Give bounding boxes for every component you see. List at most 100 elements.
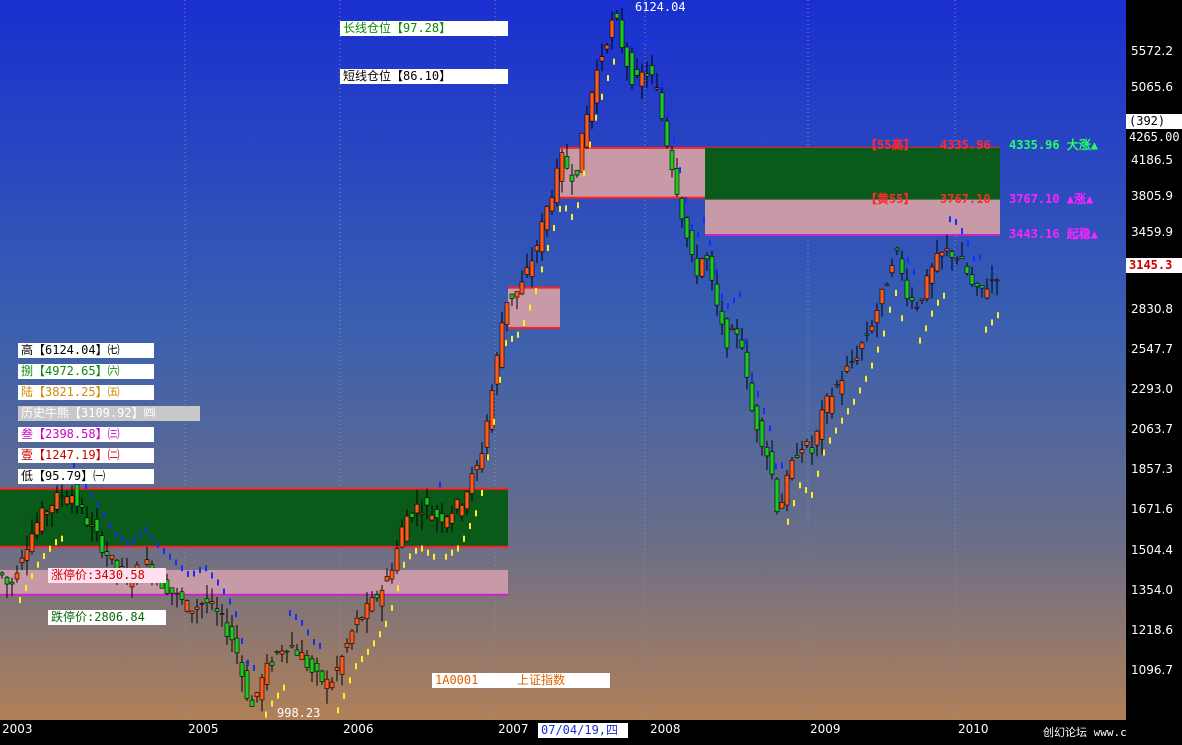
- candle-body: [34, 522, 40, 536]
- y-tick-label: 2830.8: [1131, 301, 1173, 316]
- candle-body: [0, 572, 5, 576]
- candle-body: [339, 656, 345, 675]
- level-label: 历史牛熊【3109.92】㈣: [18, 406, 200, 421]
- candle-body: [389, 569, 395, 580]
- candle-body: [289, 645, 295, 648]
- index-code-label: 1A0001 上证指数: [432, 673, 610, 688]
- candle-body: [839, 380, 845, 395]
- candle-body: [99, 535, 105, 553]
- candle-body: [844, 365, 850, 372]
- candle-body: [654, 87, 660, 90]
- candle-body: [754, 405, 760, 431]
- current-price-label: 3145.3: [1126, 258, 1182, 273]
- candle-body: [169, 587, 175, 594]
- candle-body: [769, 451, 775, 475]
- candle-body: [254, 692, 260, 697]
- y-tick-label: 2547.7: [1131, 341, 1173, 356]
- level-label: 陆【3821.25】㈤: [18, 385, 154, 400]
- right-count-label: (392): [1126, 114, 1182, 129]
- candle-body: [684, 217, 690, 239]
- y-tick-label: 2293.0: [1131, 382, 1173, 397]
- candle-body: [579, 132, 585, 173]
- candle-body: [529, 260, 535, 277]
- candle-body: [924, 275, 930, 300]
- x-tick-label: 2007: [498, 722, 529, 736]
- y-tick-label: 2063.7: [1131, 422, 1173, 437]
- candle-body: [934, 253, 940, 272]
- y-tick-label: 1354.0: [1131, 582, 1173, 597]
- candle-body: [364, 603, 370, 619]
- y-tick-label: 3459.9: [1131, 225, 1173, 240]
- candle-body: [689, 230, 695, 255]
- candle-body: [884, 283, 890, 286]
- candle-body: [824, 395, 830, 413]
- candle-body: [699, 258, 705, 277]
- zone-stable-text: 3443.16 起稳▲: [1009, 227, 1099, 241]
- candle-body: [789, 459, 795, 479]
- candle-body: [469, 473, 475, 494]
- candle-body: [519, 281, 525, 295]
- candle-body: [379, 590, 385, 607]
- candle-body: [9, 581, 15, 585]
- candle-body: [634, 69, 640, 76]
- candle-body: [274, 651, 280, 654]
- candle-body: [104, 551, 110, 556]
- candle-body: [669, 149, 675, 171]
- candle-body: [59, 495, 65, 498]
- candle-body: [324, 678, 330, 690]
- candle-body: [229, 626, 235, 641]
- candle-body: [429, 514, 435, 521]
- candle-body: [559, 152, 565, 182]
- candle-body: [814, 430, 820, 446]
- candle-body: [674, 167, 680, 195]
- candle-body: [19, 557, 25, 563]
- y-tick-label: 5572.2: [1131, 43, 1173, 58]
- candle-body: [554, 167, 560, 204]
- candle-body: [709, 256, 715, 281]
- candle-body: [69, 495, 75, 504]
- candle-body: [399, 526, 405, 548]
- candle-body: [954, 258, 960, 261]
- candle-body: [599, 56, 605, 62]
- candle-body: [199, 603, 205, 605]
- trough-label: 998.23: [277, 706, 321, 720]
- candle-body: [889, 265, 895, 273]
- candle-body: [369, 597, 375, 612]
- candle-body: [284, 650, 290, 653]
- candle-body: [979, 285, 985, 289]
- candle-body: [949, 251, 955, 258]
- candle-body: [714, 283, 720, 306]
- candle-body: [4, 576, 10, 585]
- candle-body: [24, 549, 30, 561]
- candle-body: [409, 512, 415, 518]
- candle-body: [719, 310, 725, 325]
- x-tick-label: 2008: [650, 722, 681, 736]
- candle-body: [774, 478, 780, 512]
- candle-body: [969, 274, 975, 285]
- candle-body: [729, 327, 735, 330]
- candle-body: [879, 288, 885, 305]
- candle-body: [734, 328, 740, 335]
- candle-body: [374, 594, 380, 599]
- candle-body: [204, 598, 210, 604]
- candle-body: [859, 342, 865, 349]
- candle-body: [894, 247, 900, 251]
- candle-body: [419, 512, 425, 515]
- y-tick-label: 5065.6: [1131, 80, 1173, 95]
- x-tick-label: 2009: [810, 722, 841, 736]
- candle-body: [74, 483, 80, 507]
- candle-body: [244, 670, 250, 699]
- candle-body: [974, 283, 980, 287]
- level-label: 低【95.79】㈠: [18, 469, 154, 484]
- candle-body: [219, 613, 225, 615]
- candle-body: [804, 441, 810, 446]
- candle-body: [919, 298, 925, 301]
- candle-body: [584, 114, 590, 148]
- candle-body: [449, 512, 455, 524]
- candle-body: [854, 357, 860, 361]
- candle-body: [239, 662, 245, 677]
- candle-body: [189, 610, 195, 614]
- candle-body: [514, 291, 520, 298]
- candle-body: [959, 256, 965, 259]
- candlestick-chart[interactable]: [0, 0, 1182, 745]
